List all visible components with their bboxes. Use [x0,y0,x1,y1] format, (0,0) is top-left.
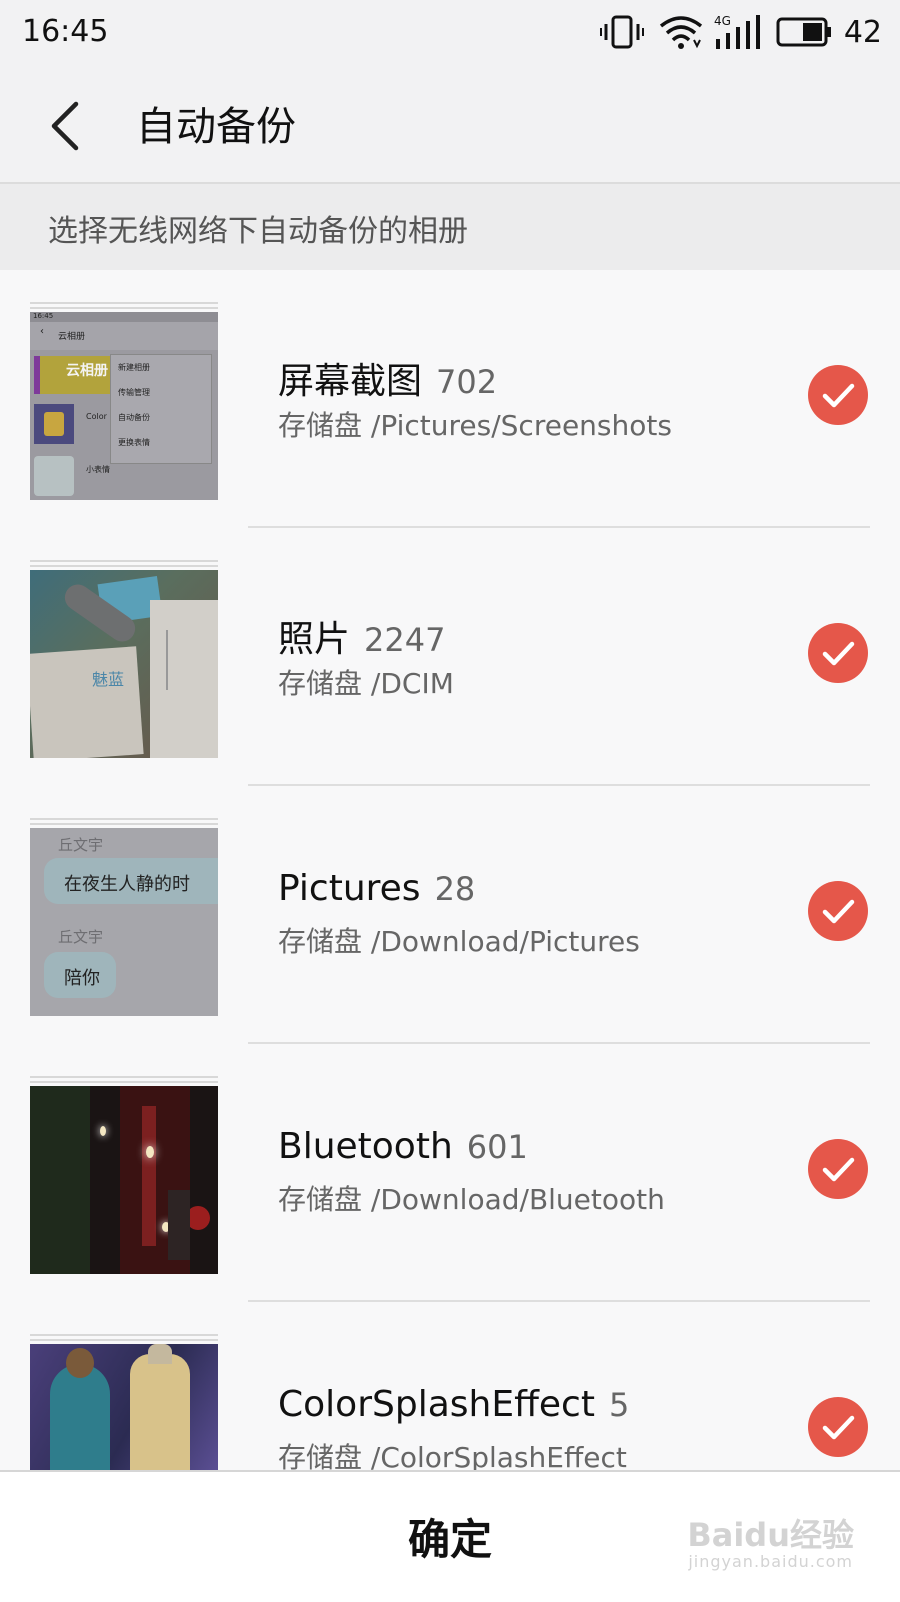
album-thumbnail: 丘文宇 在夜生人静的时 丘文宇 陪你 [30,818,218,1016]
battery-level: 42 [843,14,882,50]
album-name: 屏幕截图 [278,361,423,402]
vibrate-icon [599,15,644,49]
album-row-pictures[interactable]: 丘文宇 在夜生人静的时 丘文宇 陪你 Pictures 28 存储盘 /Downl… [0,786,900,1044]
album-row-photos[interactable]: 魅蓝 照片 2247 存储盘 /DCIM [0,528,900,786]
album-list: 16:45 ‹ 云相册 云相册 新建相册 传输管理 自动备份 更换表情 Colo… [0,270,900,1470]
album-count: 2247 [364,621,446,659]
album-path: 存储盘 /Pictures/Screenshots [278,409,672,442]
album-name: Bluetooth [278,1126,453,1167]
album-row-screenshots[interactable]: 16:45 ‹ 云相册 云相册 新建相册 传输管理 自动备份 更换表情 Colo… [0,270,900,528]
album-path: 存储盘 /ColorSplashEffect [278,1441,627,1470]
wifi-icon [659,16,702,49]
watermark-brand: Baidu经验 [687,1516,854,1554]
album-row-colorsplash[interactable]: ColorSplashEffect 5 存储盘 /ColorSplashEffec… [0,1302,900,1470]
watermark-url: jingyan.baidu.com [688,1552,853,1572]
top-app-bar: 自动备份 [0,64,900,184]
album-thumbnail [30,1334,218,1470]
album-path: 存储盘 /DCIM [278,667,454,700]
album-count: 28 [434,870,476,908]
status-bar: 16:45 4G 42 [0,0,900,64]
network-type-label: 4G [714,14,731,28]
battery-icon [776,17,831,47]
selected-check-icon[interactable] [808,623,868,683]
page-title: 自动备份 [136,104,296,150]
thumbnail-photo: 魅蓝 [30,570,218,758]
cellular-signal-icon: 4G [714,14,760,49]
album-name: Pictures [278,868,421,909]
chevron-left-icon[interactable] [44,100,84,152]
thumbnail-screenshot: 16:45 ‹ 云相册 云相册 新建相册 传输管理 自动备份 更换表情 Colo… [30,312,218,500]
status-time: 16:45 [22,14,109,49]
album-thumbnail: 魅蓝 [30,560,218,758]
baidu-watermark: Baidu经验 jingyan.baidu.com [687,1516,854,1572]
album-count: 601 [466,1128,528,1166]
selected-check-icon[interactable] [808,365,868,425]
album-name: 照片 [278,619,351,660]
selected-check-icon[interactable] [808,881,868,941]
selected-check-icon[interactable] [808,1397,868,1457]
selected-check-icon[interactable] [808,1139,868,1199]
album-path: 存储盘 /Download/Pictures [278,925,640,958]
status-icons: 4G 42 [599,12,882,52]
bottom-action-bar: 确定 Baidu经验 jingyan.baidu.com [0,1470,900,1602]
thumbnail-chat: 丘文宇 在夜生人静的时 丘文宇 陪你 [30,828,218,1016]
thumbnail-colorsplash [30,1344,218,1470]
album-name: ColorSplashEffect [278,1384,595,1425]
section-hint: 选择无线网络下自动备份的相册 [0,184,900,270]
album-thumbnail: 16:45 ‹ 云相册 云相册 新建相册 传输管理 自动备份 更换表情 Colo… [30,302,218,500]
hint-text: 选择无线网络下自动备份的相册 [48,214,468,249]
album-count: 702 [436,363,498,401]
album-row-bluetooth[interactable]: Bluetooth 601 存储盘 /Download/Bluetooth [0,1044,900,1302]
album-thumbnail [30,1076,218,1274]
thumbnail-night-scene [30,1086,218,1274]
album-count: 5 [608,1386,630,1424]
album-path: 存储盘 /Download/Bluetooth [278,1183,665,1216]
